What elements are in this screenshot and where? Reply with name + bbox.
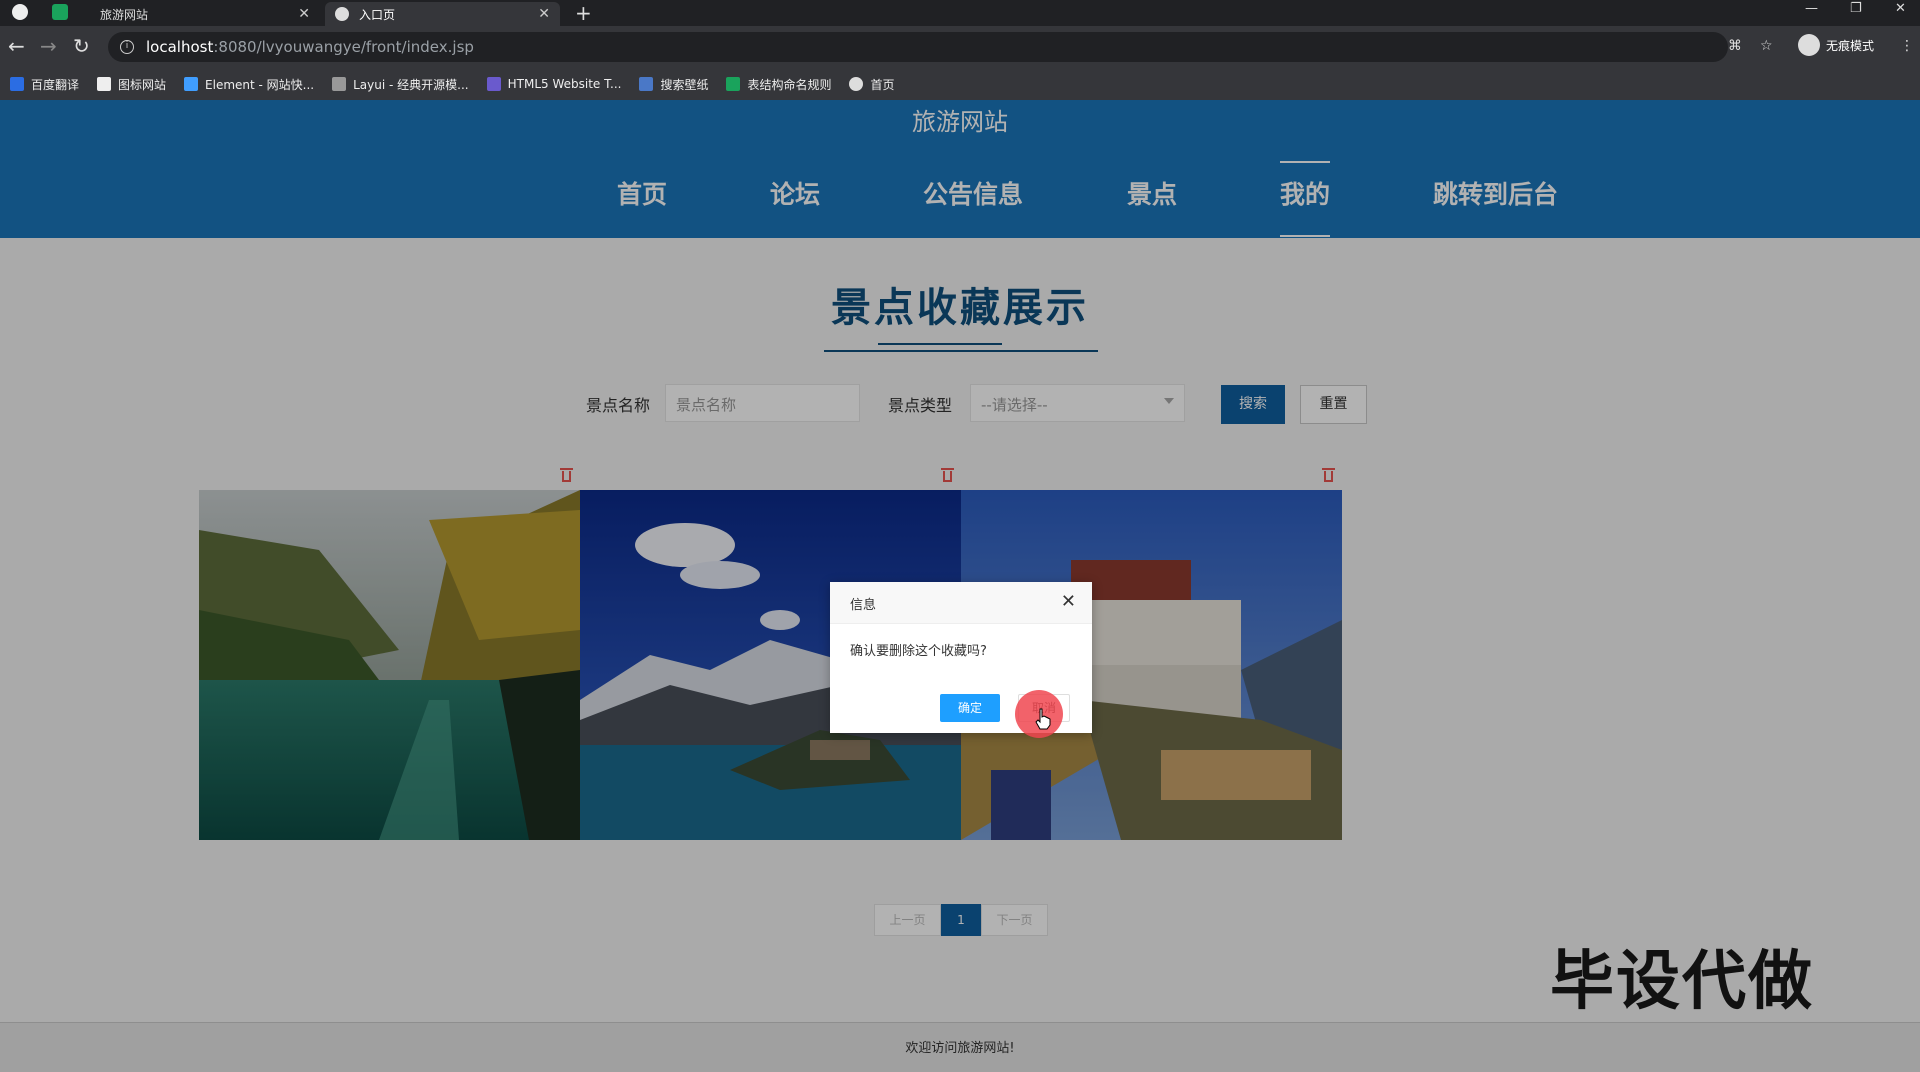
watermark-text: 毕设代做	[1550, 945, 1814, 1019]
restore-icon[interactable]: ❐	[1850, 1, 1862, 16]
star-icon[interactable]: ☆	[1760, 38, 1773, 54]
tab-travel-site[interactable]: 旅游网站 ✕	[90, 2, 320, 26]
bookmarks-bar: 百度翻译 图标网站 Element - 网站快... Layui - 经典开源模…	[0, 68, 1920, 100]
bookmark-label: 表结构命名规则	[747, 77, 832, 92]
info-icon[interactable]: i	[120, 40, 134, 54]
dialog-message: 确认要删除这个收藏吗?	[850, 644, 987, 659]
globe-icon	[335, 7, 349, 21]
dialog-header: 信息 ✕	[830, 582, 1092, 624]
bookmark-item[interactable]: 图标网站	[97, 76, 166, 93]
dialog-title: 信息	[850, 598, 877, 613]
close-icon[interactable]: ✕	[1061, 591, 1076, 612]
forward-icon[interactable]: →	[40, 34, 57, 58]
bookmark-label: 搜索壁纸	[660, 77, 709, 92]
bookmark-item[interactable]: 首页	[849, 76, 895, 93]
bookmark-item[interactable]: HTML5 Website T...	[486, 77, 622, 91]
hand-cursor-icon	[1035, 708, 1051, 730]
tab-close-icon[interactable]: ✕	[298, 6, 310, 22]
bookmark-label: HTML5 Website T...	[507, 77, 622, 91]
bookmark-item[interactable]: Layui - 经典开源模...	[332, 76, 469, 93]
profile-label: 无痕模式	[1826, 38, 1875, 53]
bookmark-label: 图标网站	[118, 77, 167, 92]
bookmark-item[interactable]: Element - 网站快...	[184, 76, 314, 93]
minimize-icon[interactable]: —	[1805, 1, 1818, 16]
incognito-icon	[1798, 34, 1820, 56]
close-window-icon[interactable]: ✕	[1895, 1, 1906, 16]
bookmark-item[interactable]: 搜索壁纸	[639, 76, 708, 93]
address-bar[interactable]: i localhost:8080/lvyouwangye/front/index…	[108, 32, 1728, 62]
flag-icon	[97, 77, 112, 91]
url-path: :8080/lvyouwangye/front/index.jsp	[213, 38, 474, 56]
layui-icon	[332, 77, 347, 91]
table-icon	[726, 77, 741, 91]
bookmark-label: Element - 网站快...	[205, 77, 315, 92]
confirm-button[interactable]: 确定	[940, 694, 1000, 722]
reload-icon[interactable]: ↻	[73, 34, 90, 58]
more-menu-icon[interactable]: ⋮	[1900, 38, 1914, 54]
new-tab-button[interactable]: +	[575, 1, 592, 25]
wallpaper-icon	[639, 77, 654, 91]
bookmark-label: 首页	[870, 77, 895, 92]
bookmark-label: 百度翻译	[31, 77, 80, 92]
tab-entry-page[interactable]: 入口页 ✕	[325, 2, 560, 26]
tab-title: 旅游网站	[100, 7, 149, 22]
globe-icon	[849, 77, 864, 91]
back-icon[interactable]: ←	[8, 34, 25, 58]
tab-close-icon[interactable]: ✕	[538, 6, 550, 22]
html5-icon	[486, 77, 501, 91]
tab-title: 入口页	[359, 7, 396, 22]
bookmark-label: Layui - 经典开源模...	[353, 77, 469, 92]
url-host: localhost	[146, 38, 214, 56]
bookmark-item[interactable]: 表结构命名规则	[726, 76, 831, 93]
element-icon	[184, 77, 199, 91]
translate-icon[interactable]: ⌘	[1728, 38, 1742, 54]
browser-tabbar: 旅游网站 ✕ 入口页 ✕ + — ❐ ✕	[0, 0, 1920, 26]
app-tab-icon[interactable]	[52, 4, 68, 20]
browser-menu-icon[interactable]	[12, 4, 28, 20]
browser-toolbar: ← → ↻ i localhost:8080/lvyouwangye/front…	[0, 26, 1920, 68]
bookmark-item[interactable]: 百度翻译	[10, 76, 79, 93]
incognito-profile[interactable]: 无痕模式	[1798, 34, 1874, 56]
bookmark-icon	[10, 77, 24, 91]
